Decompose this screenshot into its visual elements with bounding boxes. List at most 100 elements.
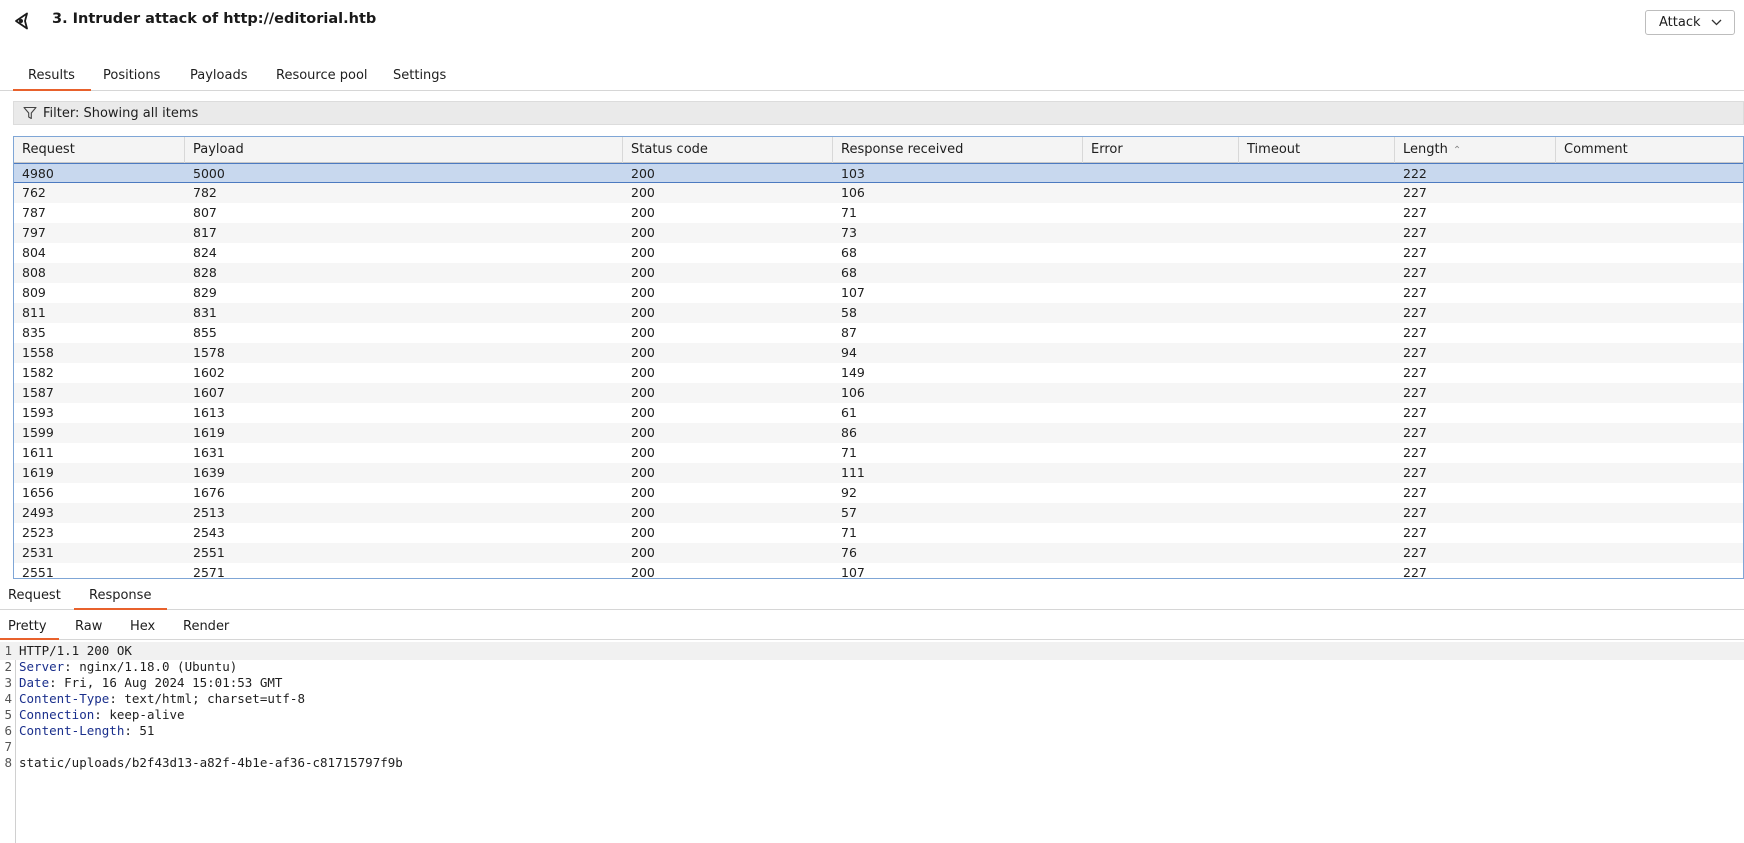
cell-payload: 1602 bbox=[193, 365, 225, 380]
table-row[interactable]: 1582 1602 200 149 227 bbox=[14, 363, 1743, 383]
table-row[interactable]: 1656 1676 200 92 227 bbox=[14, 483, 1743, 503]
tab-resource-pool[interactable]: Resource pool bbox=[276, 68, 368, 91]
chevron-down-icon bbox=[1711, 19, 1721, 26]
results-table[interactable]: Request Payload Status code Response rec… bbox=[13, 136, 1744, 579]
column-header-label: Payload bbox=[193, 142, 244, 157]
cell-timeout bbox=[1239, 243, 1247, 263]
cell-length: 227 bbox=[1403, 425, 1427, 440]
table-row[interactable]: 809 829 200 107 227 bbox=[14, 283, 1743, 303]
cell-response-received: 57 bbox=[841, 505, 857, 520]
tab-hex[interactable]: Hex bbox=[130, 619, 155, 640]
cell-request: 797 bbox=[22, 225, 46, 240]
cell-response-received: 107 bbox=[841, 565, 865, 579]
column-header-response-received[interactable]: Response received bbox=[833, 137, 1083, 163]
cell-response-received: 103 bbox=[841, 166, 865, 181]
tab-results[interactable]: Results bbox=[13, 68, 91, 91]
cell-length: 227 bbox=[1403, 285, 1427, 300]
cell-error bbox=[1083, 164, 1091, 184]
filter-bar[interactable]: Filter: Showing all items bbox=[13, 101, 1744, 125]
cell-error bbox=[1083, 483, 1091, 503]
cell-length: 227 bbox=[1403, 185, 1427, 200]
table-row[interactable]: 808 828 200 68 227 bbox=[14, 263, 1743, 283]
cell-length: 227 bbox=[1403, 365, 1427, 380]
table-row[interactable]: 2523 2543 200 71 227 bbox=[14, 523, 1743, 543]
tab-positions[interactable]: Positions bbox=[103, 68, 160, 91]
cell-length: 227 bbox=[1403, 325, 1427, 340]
cell-response-received: 92 bbox=[841, 485, 857, 500]
cell-length: 227 bbox=[1403, 245, 1427, 260]
table-row[interactable]: 835 855 200 87 227 bbox=[14, 323, 1743, 343]
tab-raw[interactable]: Raw bbox=[75, 619, 102, 640]
cell-response-received: 87 bbox=[841, 325, 857, 340]
attack-button[interactable]: Attack bbox=[1645, 10, 1735, 35]
cell-status-code: 200 bbox=[631, 305, 655, 320]
cell-timeout bbox=[1239, 383, 1247, 403]
cell-comment bbox=[1556, 343, 1564, 363]
cell-response-received: 111 bbox=[841, 465, 865, 480]
table-row[interactable]: 4980 5000 200 103 222 bbox=[14, 163, 1743, 183]
cell-status-code: 200 bbox=[631, 245, 655, 260]
table-row[interactable]: 1611 1631 200 71 227 bbox=[14, 443, 1743, 463]
table-row[interactable]: 2493 2513 200 57 227 bbox=[14, 503, 1743, 523]
cell-timeout bbox=[1239, 164, 1247, 184]
cell-status-code: 200 bbox=[631, 565, 655, 579]
tab-request[interactable]: Request bbox=[8, 588, 61, 610]
column-header-error[interactable]: Error bbox=[1083, 137, 1239, 163]
tab-pretty[interactable]: Pretty bbox=[0, 619, 58, 640]
column-header-payload[interactable]: Payload bbox=[185, 137, 623, 163]
cell-status-code: 200 bbox=[631, 365, 655, 380]
tab-payloads[interactable]: Payloads bbox=[190, 68, 247, 91]
cell-payload: 855 bbox=[193, 325, 217, 340]
column-header-request[interactable]: Request bbox=[14, 137, 185, 163]
column-header-length[interactable]: Length ⌃ bbox=[1395, 137, 1556, 163]
table-row[interactable]: 787 807 200 71 227 bbox=[14, 203, 1743, 223]
cell-payload: 2543 bbox=[193, 525, 225, 540]
cell-status-code: 200 bbox=[631, 265, 655, 280]
table-row[interactable]: 811 831 200 58 227 bbox=[14, 303, 1743, 323]
table-row[interactable]: 1619 1639 200 111 227 bbox=[14, 463, 1743, 483]
cell-payload: 1619 bbox=[193, 425, 225, 440]
table-row[interactable]: 804 824 200 68 227 bbox=[14, 243, 1743, 263]
table-row[interactable]: 797 817 200 73 227 bbox=[14, 223, 1743, 243]
cell-error bbox=[1083, 263, 1091, 283]
cell-error bbox=[1083, 203, 1091, 223]
cell-request: 809 bbox=[22, 285, 46, 300]
attack-button-label: Attack bbox=[1659, 15, 1701, 30]
cell-payload: 1613 bbox=[193, 405, 225, 420]
cell-timeout bbox=[1239, 283, 1247, 303]
cell-payload: 1676 bbox=[193, 485, 225, 500]
header-value: HTTP/1.1 200 OK bbox=[19, 643, 132, 658]
cell-response-received: 107 bbox=[841, 285, 865, 300]
cell-response-received: 73 bbox=[841, 225, 857, 240]
tab-response[interactable]: Response bbox=[73, 588, 168, 610]
message-tabs: Request Response bbox=[0, 586, 1744, 610]
column-header-comment[interactable]: Comment bbox=[1556, 137, 1743, 163]
cell-request: 1611 bbox=[22, 445, 54, 460]
tab-settings[interactable]: Settings bbox=[393, 68, 446, 91]
column-header-timeout[interactable]: Timeout bbox=[1239, 137, 1395, 163]
cell-response-received: 68 bbox=[841, 245, 857, 260]
table-row[interactable]: 1587 1607 200 106 227 bbox=[14, 383, 1743, 403]
table-row[interactable]: 1599 1619 200 86 227 bbox=[14, 423, 1743, 443]
response-editor[interactable]: 1 HTTP/1.1 200 OK 2 Server: nginx/1.18.0 (U… bbox=[0, 642, 1744, 843]
cell-length: 227 bbox=[1403, 305, 1427, 320]
column-header-status-code[interactable]: Status code bbox=[623, 137, 833, 163]
cell-status-code: 200 bbox=[631, 405, 655, 420]
column-header-label: Timeout bbox=[1247, 142, 1301, 157]
cell-payload: 1607 bbox=[193, 385, 225, 400]
table-row[interactable]: 1593 1613 200 61 227 bbox=[14, 403, 1743, 423]
cell-comment bbox=[1556, 443, 1564, 463]
table-row[interactable]: 762 782 200 106 227 bbox=[14, 183, 1743, 203]
tab-render[interactable]: Render bbox=[183, 619, 229, 640]
table-row[interactable]: 2551 2571 200 107 227 bbox=[14, 563, 1743, 579]
cell-comment bbox=[1556, 463, 1564, 483]
cell-payload: 5000 bbox=[193, 166, 225, 181]
cell-length: 227 bbox=[1403, 405, 1427, 420]
header-value: : text/html; charset=utf-8 bbox=[109, 691, 305, 706]
cell-request: 1593 bbox=[22, 405, 54, 420]
cell-payload: 782 bbox=[193, 185, 217, 200]
cell-request: 2523 bbox=[22, 525, 54, 540]
cell-length: 227 bbox=[1403, 465, 1427, 480]
table-row[interactable]: 1558 1578 200 94 227 bbox=[14, 343, 1743, 363]
table-row[interactable]: 2531 2551 200 76 227 bbox=[14, 543, 1743, 563]
